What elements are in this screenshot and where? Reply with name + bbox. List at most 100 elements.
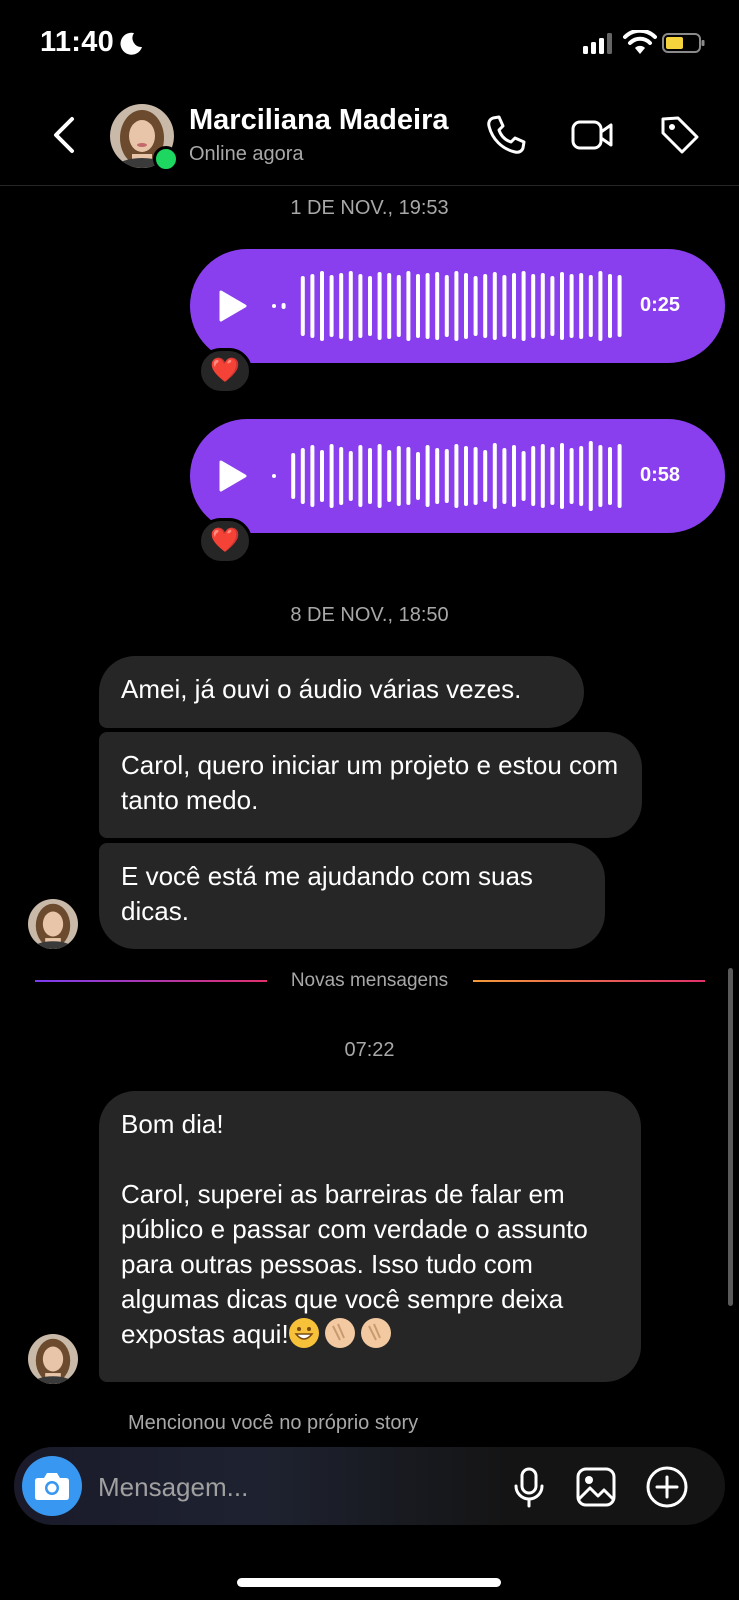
message-bubble[interactable]: Bom dia! Carol, superei as barreiras de … (99, 1091, 641, 1382)
clapping-emoji-icon (360, 1318, 391, 1348)
waveform-bar (329, 444, 334, 508)
scrollbar[interactable] (728, 968, 733, 1306)
waveform-bar (492, 272, 497, 340)
waveform-bar (569, 274, 574, 338)
waveform-bar (291, 453, 296, 499)
waveform-bar (339, 447, 344, 505)
message-bubble[interactable]: Amei, já ouvi o áudio várias vezes. (99, 656, 584, 728)
waveform-bar (435, 272, 440, 340)
waveform-bar (617, 444, 622, 508)
waveform-bar (588, 441, 593, 511)
camera-button[interactable] (22, 1456, 82, 1516)
waveform-bar (464, 446, 468, 506)
battery-icon (662, 33, 705, 53)
waveform-bar (377, 444, 382, 508)
waveform-bar (406, 447, 411, 505)
waveform-bar (310, 274, 315, 338)
waveform-bar (502, 448, 507, 504)
add-icon[interactable] (645, 1465, 689, 1509)
moon-icon (120, 32, 142, 55)
waveform-bar (550, 447, 555, 505)
message-greeting: Bom dia! (121, 1109, 224, 1139)
waveform-bar (320, 450, 324, 502)
timestamp: 1 DE NOV., 19:53 (290, 197, 449, 219)
waveform-bar (348, 271, 353, 341)
waveform-bar (550, 276, 555, 336)
waveform-bar (492, 443, 497, 509)
waveform-bar (406, 271, 411, 341)
waveform-bar (272, 304, 276, 308)
waveform-bar (454, 444, 459, 508)
waveform-bar (483, 450, 488, 502)
waveform-bar (531, 274, 536, 338)
waveform-bar (521, 451, 526, 501)
contact-status: Online agora (189, 143, 304, 165)
timestamp: 07:22 (344, 1039, 395, 1061)
waveform-bar (416, 274, 420, 338)
waveform-bar (377, 272, 382, 340)
waveform-bar (521, 271, 526, 341)
clapping-emoji-icon (324, 1318, 355, 1348)
timestamp: 8 DE NOV., 18:50 (290, 604, 449, 626)
message-input[interactable] (98, 1470, 488, 1504)
waveform-bar (396, 446, 401, 506)
waveform-bar (320, 271, 324, 341)
message-bubble[interactable]: E você está me ajudando com suas dicas. (99, 843, 605, 949)
waveform-bar (502, 275, 507, 337)
waveform-bar (579, 446, 584, 506)
waveform-bar (425, 445, 430, 507)
waveform-bar (473, 276, 478, 336)
waveform-bar (444, 449, 449, 503)
waveform-bar (281, 303, 286, 309)
waveform-bar (387, 273, 392, 339)
grinning-emoji-icon (288, 1318, 319, 1348)
waveform-bar (300, 448, 305, 504)
play-icon[interactable] (218, 289, 248, 323)
header-divider (0, 185, 739, 186)
waveform-bar (387, 450, 392, 502)
waveform-bar (300, 276, 305, 336)
new-messages-line (473, 980, 705, 982)
phone-icon[interactable] (484, 113, 528, 157)
waveform-bar (368, 448, 372, 504)
waveform-bar (512, 273, 516, 339)
microphone-icon[interactable] (507, 1465, 551, 1509)
waveform[interactable] (272, 436, 630, 516)
signal-icon (583, 32, 612, 54)
waveform-bar (579, 273, 584, 339)
waveform-bar (598, 271, 603, 341)
contact-name[interactable]: Marciliana Madeira (189, 104, 449, 137)
waveform-bar (272, 474, 276, 478)
online-indicator (153, 146, 179, 172)
waveform-bar (348, 451, 353, 501)
waveform-bar (617, 275, 622, 337)
waveform-bar (396, 275, 401, 337)
status-time: 11:40 (40, 26, 115, 58)
waveform-bar (339, 273, 344, 339)
waveform-bar (512, 445, 516, 507)
wifi-icon (623, 30, 657, 54)
home-indicator[interactable] (237, 1578, 501, 1587)
waveform-bar (483, 274, 488, 338)
sender-avatar[interactable] (28, 899, 78, 949)
waveform-bar (329, 275, 334, 337)
back-icon[interactable] (50, 115, 76, 155)
waveform-bar (608, 447, 612, 505)
waveform-bar (464, 273, 468, 339)
waveform-bar (540, 273, 545, 339)
waveform-bar (368, 276, 372, 336)
gallery-icon[interactable] (574, 1465, 618, 1509)
waveform-bar (569, 448, 574, 504)
tag-icon[interactable] (658, 113, 702, 157)
message-bubble[interactable]: Carol, quero iniciar um projeto e estou … (99, 732, 642, 838)
sender-avatar[interactable] (28, 1334, 78, 1384)
video-call-icon[interactable] (570, 113, 614, 157)
play-icon[interactable] (218, 459, 248, 493)
waveform-bar (588, 275, 593, 337)
story-mention-text: Mencionou você no próprio story (128, 1412, 419, 1434)
voice-duration: 0:25 (640, 294, 681, 316)
heart-reaction[interactable]: ❤️ (198, 348, 252, 394)
heart-reaction[interactable]: ❤️ (198, 518, 252, 564)
waveform-bar (540, 444, 545, 508)
waveform[interactable] (272, 266, 630, 346)
